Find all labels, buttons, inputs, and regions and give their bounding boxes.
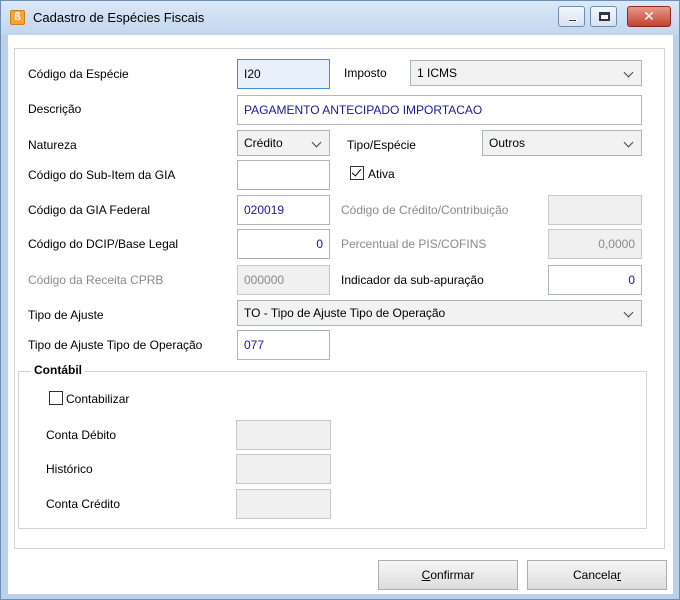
dcip-base-legal-label: Código do DCIP/Base Legal [28, 237, 179, 251]
app-logo-icon: ß [10, 10, 25, 25]
contabilizar-checkbox[interactable] [49, 391, 63, 405]
conta-debito-input[interactable] [236, 420, 331, 450]
ativa-label: Ativa [368, 167, 395, 181]
descricao-input[interactable]: PAGAMENTO ANTECIPADO IMPORTACAO [237, 95, 642, 125]
conta-credito-label: Conta Crédito [46, 497, 121, 511]
historico-label: Histórico [46, 462, 93, 476]
credito-contribuicao-label: Código de Crédito/Contribuição [341, 203, 509, 217]
percentual-pis-cofins-label: Percentual de PIS/COFINS [341, 237, 487, 251]
codigo-especie-label: Código da Espécie [28, 67, 129, 81]
conta-credito-input[interactable] [236, 489, 331, 519]
natureza-select[interactable]: Crédito [237, 130, 330, 156]
gia-federal-label: Código da GIA Federal [28, 203, 151, 217]
confirmar-label-post: onfirmar [430, 568, 475, 582]
chevron-down-icon [623, 307, 634, 318]
imposto-select[interactable]: 1 ICMS [410, 60, 642, 86]
conta-debito-label: Conta Débito [46, 428, 117, 442]
indicador-subapuracao-input[interactable]: 0 [548, 265, 642, 295]
checkmark-icon [351, 166, 362, 177]
chevron-down-icon [311, 137, 322, 148]
ativa-checkbox[interactable] [350, 166, 364, 180]
tipo-ajuste-label: Tipo de Ajuste [28, 308, 104, 322]
tipo-ajuste-operacao-label: Tipo de Ajuste Tipo de Operação [28, 338, 203, 352]
natureza-value: Crédito [244, 136, 283, 150]
maximize-button[interactable] [590, 6, 617, 27]
tipo-especie-select[interactable]: Outros [482, 130, 642, 156]
dialog-client-area: Código da Espécie I20 Imposto 1 ICMS Des… [8, 35, 673, 594]
sub-item-gia-label: Código do Sub-Item da GIA [28, 168, 176, 182]
tipo-ajuste-operacao-input[interactable]: 077 [237, 330, 330, 360]
natureza-label: Natureza [28, 138, 77, 152]
minimize-icon [568, 19, 577, 22]
confirmar-button[interactable]: Confirmar [378, 560, 518, 590]
contabilizar-label: Contabilizar [66, 392, 130, 406]
maximize-icon [599, 12, 610, 21]
imposto-value: 1 ICMS [417, 66, 458, 80]
cancelar-label-accel: r [617, 568, 622, 582]
imposto-label: Imposto [344, 66, 387, 80]
historico-input[interactable] [236, 454, 331, 484]
chevron-down-icon [623, 137, 634, 148]
gia-federal-input[interactable]: 020019 [237, 195, 330, 225]
tipo-especie-label: Tipo/Espécie [347, 138, 416, 152]
receita-cprb-input[interactable]: 000000 [237, 265, 330, 295]
close-button[interactable]: ✕ [627, 6, 671, 27]
dcip-base-legal-input[interactable]: 0 [237, 229, 330, 259]
chevron-down-icon [623, 67, 634, 78]
percentual-pis-cofins-input[interactable]: 0,0000 [548, 229, 642, 259]
window: ß Cadastro de Espécies Fiscais ✕ Código … [0, 0, 680, 600]
contabil-group-title: Contábil [31, 363, 85, 377]
tipo-especie-value: Outros [489, 136, 526, 150]
close-icon: ✕ [643, 8, 655, 24]
credito-contribuicao-input[interactable] [548, 195, 642, 225]
cancelar-label-pre: Cancela [572, 568, 618, 582]
receita-cprb-label: Código da Receita CPRB [28, 273, 164, 287]
cancelar-button[interactable]: Cancelar [527, 560, 667, 590]
indicador-subapuracao-label: Indicador da sub-apuração [341, 273, 484, 287]
tipo-ajuste-select[interactable]: TO - Tipo de Ajuste Tipo de Operação [237, 300, 642, 326]
tipo-ajuste-value: TO - Tipo de Ajuste Tipo de Operação [244, 306, 446, 320]
codigo-especie-input[interactable]: I20 [237, 59, 330, 89]
window-title: Cadastro de Espécies Fiscais [33, 10, 205, 25]
title-bar: ß Cadastro de Espécies Fiscais ✕ [1, 1, 679, 35]
minimize-button[interactable] [558, 6, 585, 27]
descricao-label: Descrição [28, 102, 82, 116]
sub-item-gia-input[interactable] [237, 160, 330, 190]
